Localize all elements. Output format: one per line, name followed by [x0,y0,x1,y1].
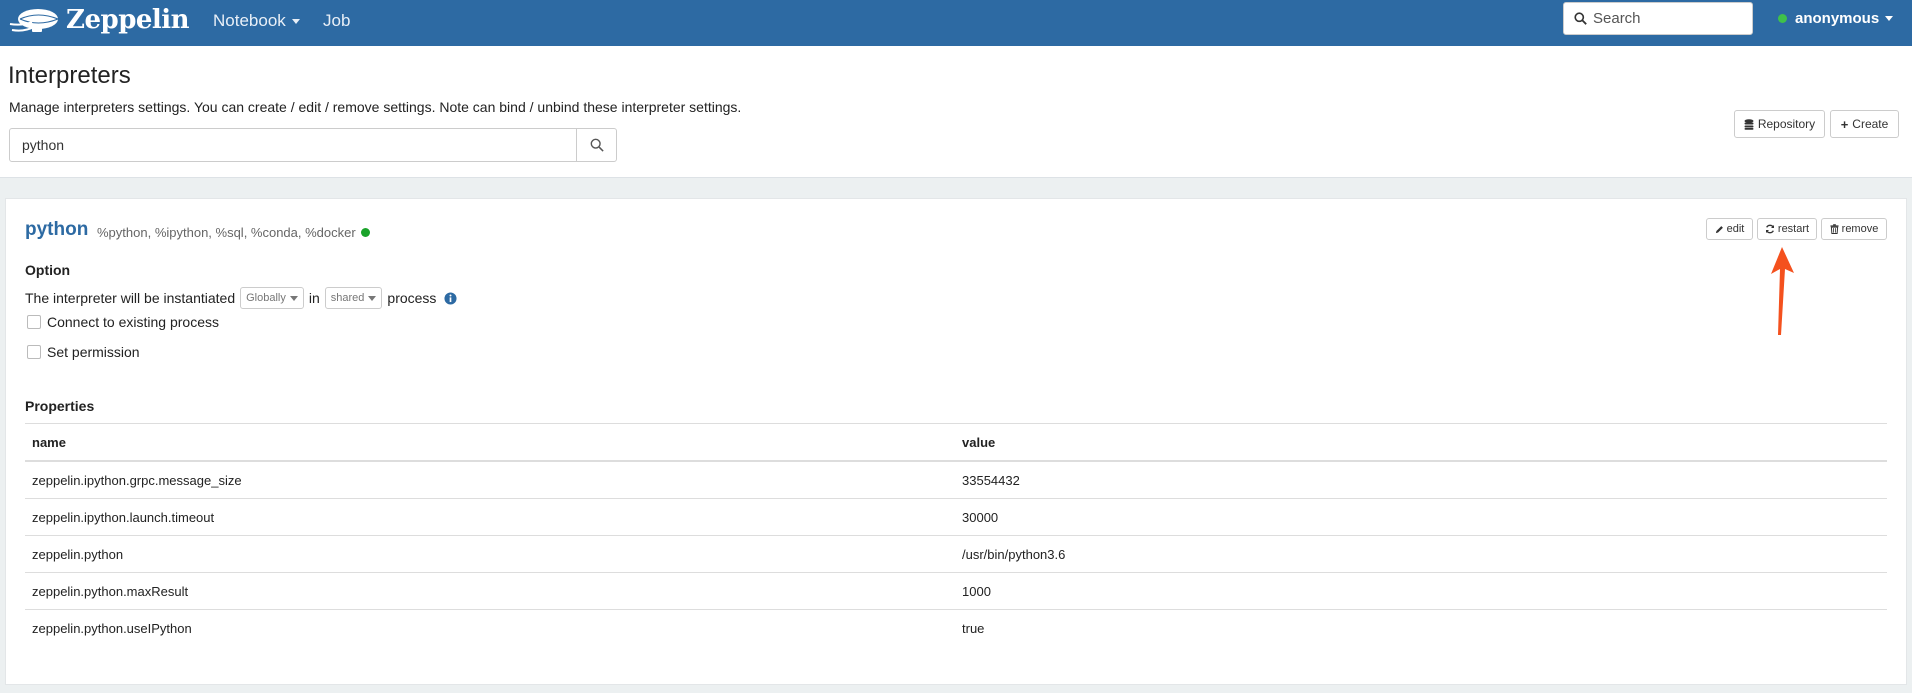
instantiation-suffix: process [387,290,437,306]
brand-name: Zeppelin [66,5,190,35]
annotation-arrow-icon [1771,247,1794,335]
plus-icon: + [1840,116,1849,132]
property-name: zeppelin.python [25,535,955,573]
interpreter-status-icon [360,228,370,237]
instantiation-prefix: The interpreter will be instantiated [25,290,236,306]
mode-select-value: shared [330,292,365,304]
search-icon [590,138,604,152]
chevron-down-icon [1885,16,1894,21]
connect-existing-option[interactable]: Connect to existing process [27,314,219,330]
edit-button[interactable]: edit [1706,218,1753,240]
properties-table: name value zeppelin.ipython.grpc.message… [25,423,1887,646]
connect-existing-checkbox[interactable] [27,315,41,329]
restart-label: restart [1777,223,1810,235]
page-description: Manage interpreters settings. You can cr… [9,99,742,115]
nav-job-link[interactable]: Job [323,11,350,31]
user-menu[interactable]: anonymous [1778,10,1894,27]
column-header-value: value [955,423,1887,462]
table-row: zeppelin.python.maxResult 1000 [25,572,1887,610]
property-value: 33554432 [955,461,1887,499]
restart-button[interactable]: restart [1757,218,1817,240]
instantiation-in-text: in [308,290,320,306]
username: anonymous [1795,10,1880,27]
table-row: zeppelin.python.useIPython true [25,610,1887,647]
property-name: zeppelin.ipython.grpc.message_size [25,461,955,499]
table-row: zeppelin.python /usr/bin/python3.6 [25,535,1887,573]
interpreter-search-button[interactable] [576,129,616,161]
mode-select[interactable]: shared [324,287,383,309]
interpreters-header: Interpreters Manage interpreters setting… [0,46,1912,178]
trash-icon [1830,224,1839,234]
navbar-search [1563,2,1753,35]
refresh-icon [1765,224,1774,234]
property-value: true [962,620,985,636]
properties-heading: Properties [25,398,95,414]
create-label: Create [1852,117,1889,131]
create-button[interactable]: + Create [1830,110,1899,138]
zeppelin-logo-icon [9,9,59,32]
brand[interactable]: Zeppelin [8,2,190,38]
property-name: zeppelin.python.useIPython [32,620,192,636]
set-permission-option[interactable]: Set permission [27,344,140,360]
search-icon [1574,12,1587,25]
remove-button[interactable]: remove [1821,218,1887,240]
pencil-icon [1715,225,1723,233]
repository-label: Repository [1757,117,1816,131]
remove-label: remove [1841,223,1879,235]
set-permission-label: Set permission [47,344,140,360]
top-navbar: Zeppelin Notebook Job anonymous [0,0,1912,46]
scope-select[interactable]: Globally [240,287,304,309]
property-name: zeppelin.python.maxResult [25,572,955,610]
chevron-down-icon [291,19,300,25]
option-heading: Option [25,262,71,278]
property-value: 1000 [955,572,1887,610]
page-title: Interpreters [8,62,131,89]
table-header-row: name value [25,423,1887,462]
chevron-down-icon [289,295,298,301]
column-header-name: name [25,423,955,462]
connect-existing-label: Connect to existing process [47,314,219,330]
scope-select-value: Globally [246,292,286,304]
set-permission-checkbox[interactable] [27,345,41,359]
edit-label: edit [1726,223,1745,235]
navbar-search-input[interactable] [1591,9,1745,28]
chevron-down-icon [368,295,377,301]
instantiation-option: The interpreter will be instantiated Glo… [25,287,457,309]
interpreter-card: python %python, %ipython, %sql, %conda, … [5,198,1907,685]
property-value: /usr/bin/python3.6 [955,535,1887,573]
database-icon [1744,118,1754,130]
interpreter-name: python [25,219,89,240]
repository-button[interactable]: Repository [1734,110,1825,138]
nav-notebook-label: Notebook [213,11,286,30]
table-row: zeppelin.ipython.launch.timeout 30000 [25,498,1887,536]
nav-notebook-menu[interactable]: Notebook [213,11,300,31]
property-value: 30000 [955,498,1887,536]
table-row: zeppelin.ipython.grpc.message_size 33554… [25,461,1887,499]
property-name: zeppelin.ipython.launch.timeout [25,498,955,536]
interpreter-filter [9,128,617,162]
online-status-icon [1778,14,1787,23]
info-icon[interactable] [444,291,457,305]
interpreter-search-input[interactable] [10,129,576,161]
interpreter-aliases: %python, %ipython, %sql, %conda, %docker [97,225,370,240]
interpreter-alias-list: %python, %ipython, %sql, %conda, %docker [97,225,356,240]
